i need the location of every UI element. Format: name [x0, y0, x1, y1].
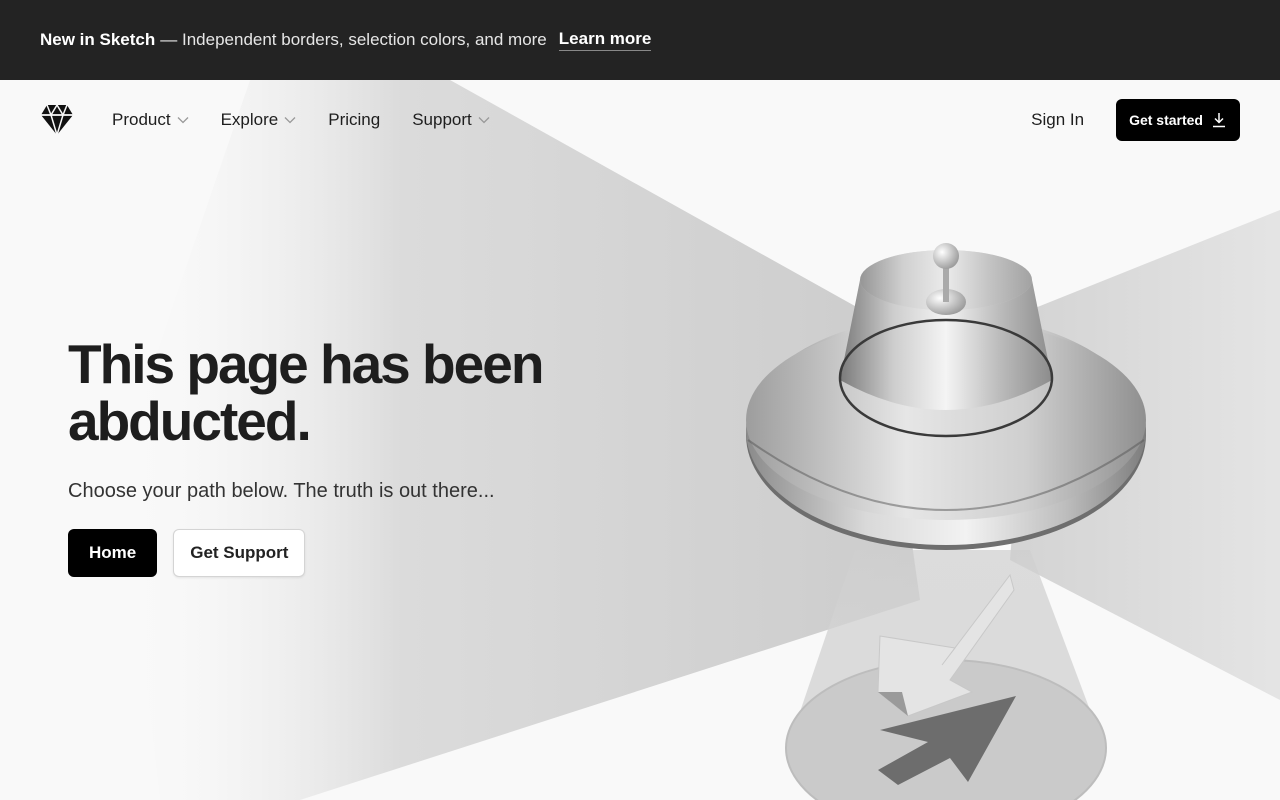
chevron-down-icon — [284, 117, 296, 124]
nav-item-explore[interactable]: Explore — [221, 110, 297, 130]
hero-buttons: Home Get Support — [68, 529, 608, 577]
hero-content: This page has been abducted. Choose your… — [68, 336, 608, 577]
nav-item-label: Pricing — [328, 110, 381, 129]
nav-item-label: Support — [412, 110, 472, 129]
page-title: This page has been abducted. — [68, 333, 544, 452]
nav-item-label: Explore — [220, 110, 279, 129]
nav-menu: Product Explore Pricing Support — [112, 110, 490, 130]
get-started-button[interactable]: Get started — [1116, 99, 1240, 141]
nav-item-pricing[interactable]: Pricing — [328, 110, 380, 130]
nav-actions: Sign In Get started — [1031, 99, 1240, 141]
nav-item-support[interactable]: Support — [412, 110, 490, 130]
hero-subtitle: Choose your path below. The truth is out… — [68, 480, 495, 502]
announcement-text: — Independent borders, selection colors,… — [160, 30, 547, 49]
announcement-bar: New in Sketch — Independent borders, sel… — [0, 0, 1280, 80]
chevron-down-icon — [177, 117, 189, 124]
get-support-button[interactable]: Get Support — [173, 529, 306, 577]
main-navigation: Product Explore Pricing Support Sign In … — [0, 80, 1280, 160]
sign-in-link[interactable]: Sign In — [1031, 110, 1084, 130]
announcement-title: New in Sketch — [40, 30, 156, 49]
download-icon — [1213, 113, 1225, 128]
nav-item-product[interactable]: Product — [112, 110, 189, 130]
home-button[interactable]: Home — [68, 529, 158, 577]
get-started-label: Get started — [1129, 112, 1203, 128]
learn-more-link[interactable]: Learn more — [558, 29, 652, 51]
sketch-diamond-icon[interactable] — [40, 104, 74, 136]
nav-item-label: Product — [112, 110, 171, 129]
chevron-down-icon — [478, 117, 490, 124]
